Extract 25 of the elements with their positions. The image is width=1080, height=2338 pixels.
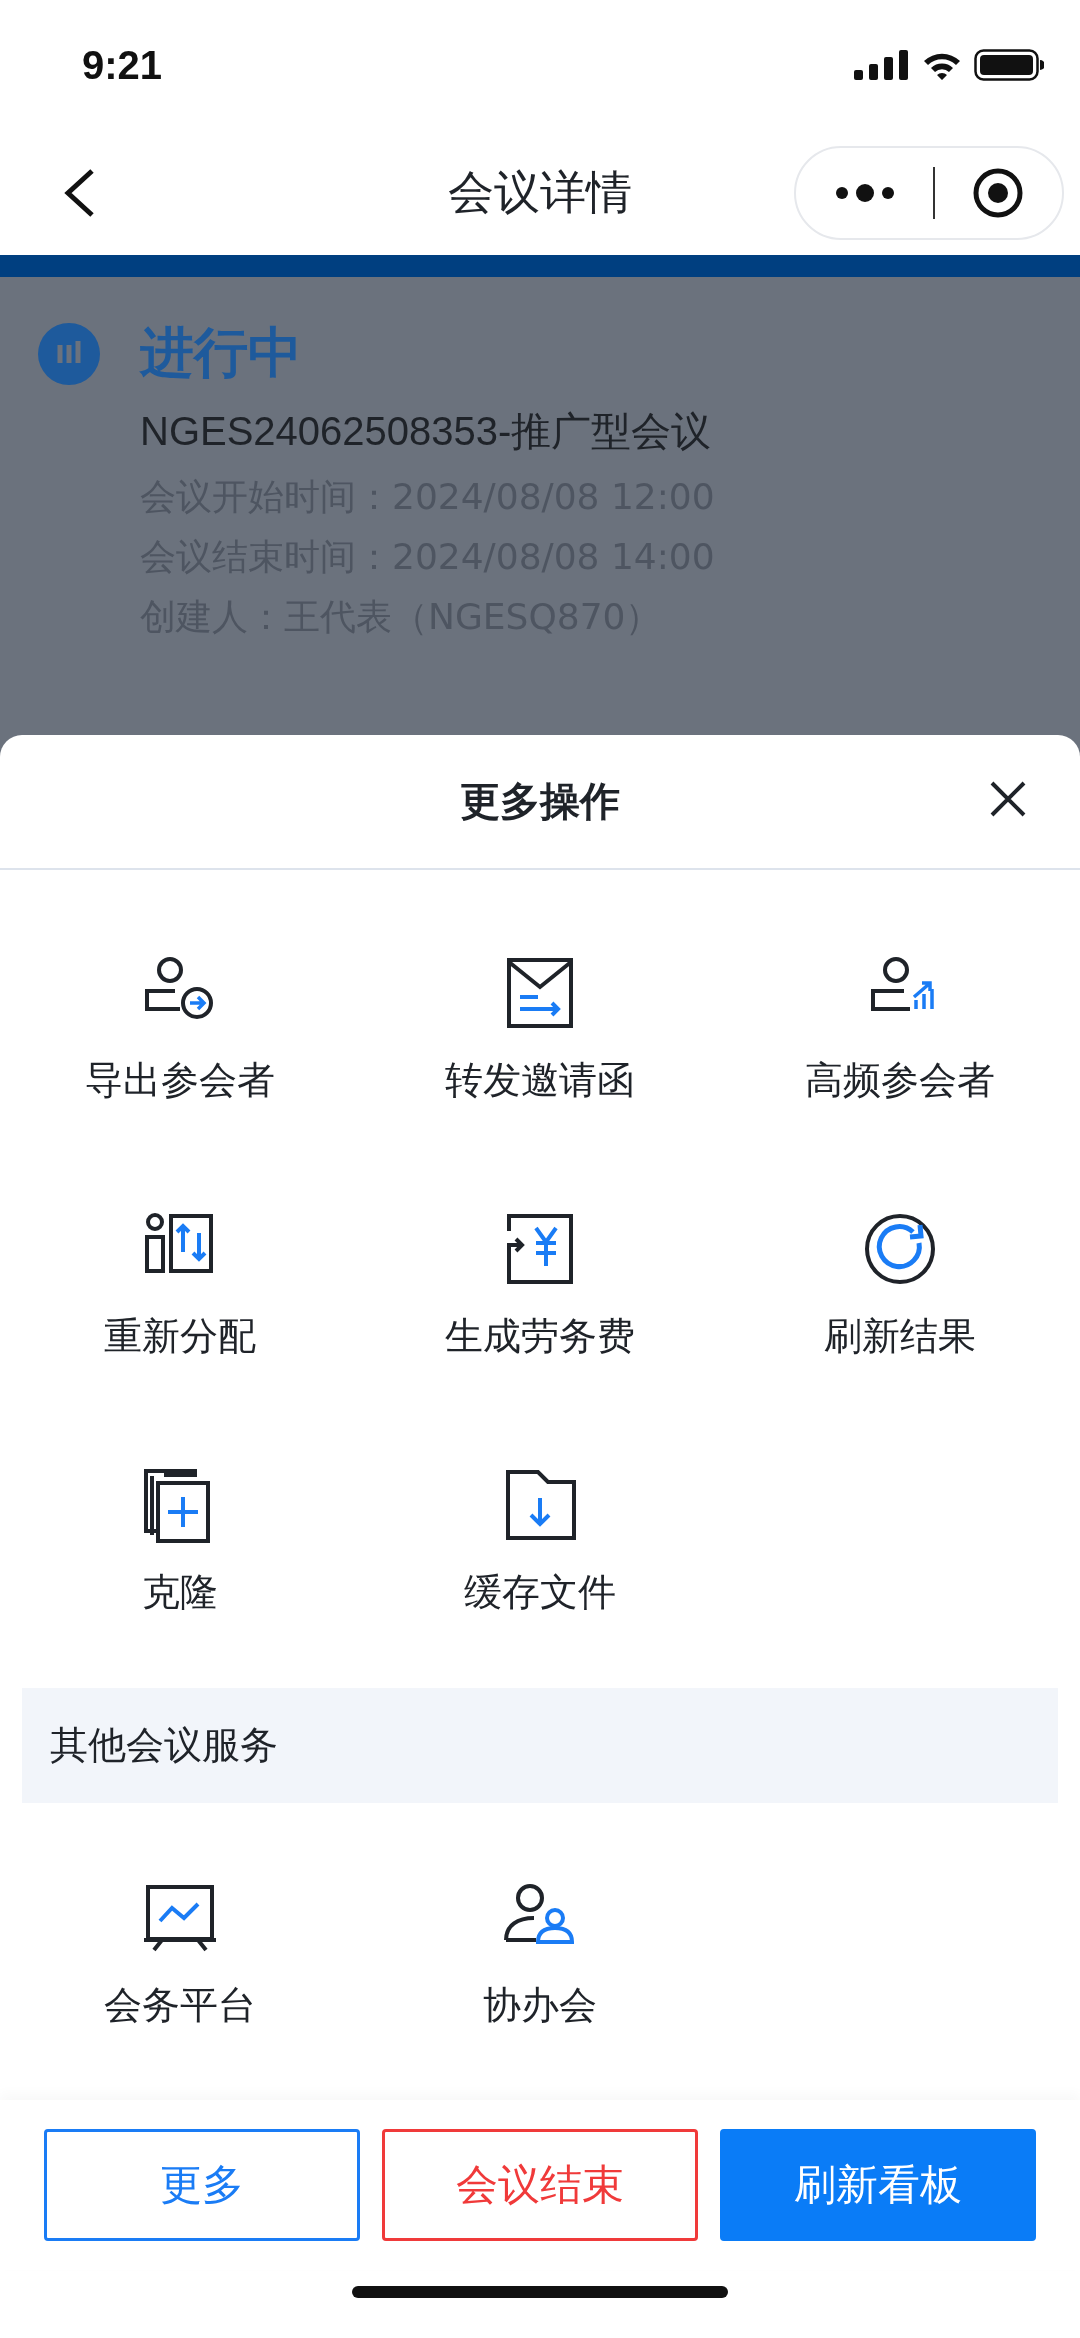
- section-header: 其他会议服务: [22, 1688, 1058, 1803]
- page-title: 会议详情: [447, 163, 633, 221]
- action-item[interactable]: 重新分配: [0, 1209, 360, 1399]
- close-target-icon[interactable]: [971, 166, 1024, 219]
- service-item[interactable]: 协办会: [360, 1878, 720, 2068]
- chart-icon: [38, 322, 100, 385]
- action-item[interactable]: 生成劳务费: [360, 1209, 720, 1399]
- status-time: 9:21: [82, 42, 163, 88]
- action-item[interactable]: 克隆: [0, 1465, 360, 1655]
- action-button[interactable]: 更多: [44, 2129, 360, 2241]
- action-item[interactable]: 缓存文件: [360, 1465, 720, 1655]
- action-button[interactable]: 会议结束: [382, 2129, 698, 2241]
- action-item[interactable]: 高频参会者: [720, 953, 1080, 1143]
- meeting-title: NGES24062508353-推广型会议: [140, 408, 713, 455]
- action-item[interactable]: 导出参会者: [0, 953, 360, 1143]
- battery-icon: [974, 49, 1044, 81]
- meeting-status: 进行中: [140, 320, 302, 386]
- more-icon[interactable]: [834, 182, 897, 203]
- close-icon[interactable]: [988, 779, 1028, 819]
- signal-icon: [854, 50, 910, 80]
- action-item[interactable]: 刷新结果: [720, 1209, 1080, 1399]
- sheet-title: 更多操作: [460, 777, 620, 826]
- action-button[interactable]: 刷新看板: [720, 2129, 1036, 2241]
- action-item[interactable]: 转发邀请函: [360, 953, 720, 1143]
- service-item[interactable]: 会务平台: [0, 1878, 360, 2068]
